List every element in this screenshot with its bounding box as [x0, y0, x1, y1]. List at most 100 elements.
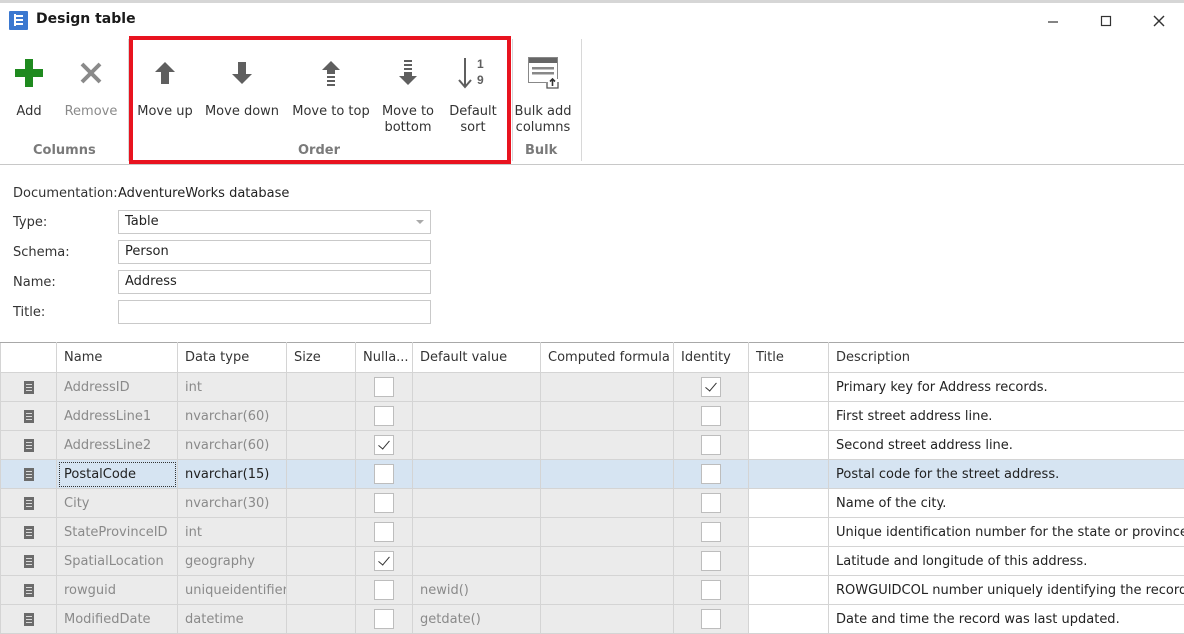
- computed-formula-cell[interactable]: [541, 431, 674, 460]
- data-type-cell[interactable]: nvarchar(15): [178, 460, 287, 489]
- name-cell[interactable]: StateProvinceID: [57, 518, 178, 547]
- name-cell[interactable]: SpatialLocation: [57, 547, 178, 576]
- size-cell[interactable]: [287, 460, 356, 489]
- data-type-cell[interactable]: int: [178, 373, 287, 402]
- column-header-identity[interactable]: Identity: [674, 343, 749, 373]
- size-cell[interactable]: [287, 518, 356, 547]
- bulk-add-columns-button[interactable]: Bulk add columns: [514, 43, 572, 138]
- computed-formula-cell[interactable]: [541, 576, 674, 605]
- description-cell[interactable]: First street address line.: [829, 402, 1184, 431]
- table-row[interactable]: PostalCodenvarchar(15) Postal code for th…: [1, 460, 1184, 489]
- name-cell[interactable]: City: [57, 489, 178, 518]
- size-cell[interactable]: [287, 489, 356, 518]
- title-cell[interactable]: [749, 576, 829, 605]
- size-cell[interactable]: [287, 431, 356, 460]
- column-header-name[interactable]: Name: [57, 343, 178, 373]
- row-handle-cell[interactable]: [1, 547, 57, 576]
- identity-checkbox[interactable]: [701, 435, 721, 455]
- description-cell[interactable]: Unique identification number for the sta…: [829, 518, 1184, 547]
- column-header-size[interactable]: Size: [287, 343, 356, 373]
- title-cell[interactable]: [749, 460, 829, 489]
- computed-formula-cell[interactable]: [541, 547, 674, 576]
- table-row[interactable]: Citynvarchar(30)Name of the city.: [1, 489, 1184, 518]
- default-value-cell[interactable]: [413, 547, 541, 576]
- identity-checkbox[interactable]: [701, 377, 721, 397]
- nullable-checkbox[interactable]: [374, 435, 394, 455]
- title-cell[interactable]: [749, 547, 829, 576]
- name-cell[interactable]: PostalCode: [57, 460, 178, 489]
- computed-formula-cell[interactable]: [541, 605, 674, 634]
- size-cell[interactable]: [287, 402, 356, 431]
- row-handle-cell[interactable]: [1, 373, 57, 402]
- computed-formula-cell[interactable]: [541, 518, 674, 547]
- column-header-description[interactable]: Description: [829, 343, 1184, 373]
- title-cell[interactable]: [749, 373, 829, 402]
- description-cell[interactable]: Latitude and longitude of this address.: [829, 547, 1184, 576]
- identity-checkbox[interactable]: [701, 464, 721, 484]
- row-handle-cell[interactable]: [1, 489, 57, 518]
- remove-column-button[interactable]: Remove: [62, 43, 120, 138]
- maximize-button[interactable]: [1083, 7, 1129, 35]
- title-cell[interactable]: [749, 605, 829, 634]
- nullable-checkbox[interactable]: [374, 464, 394, 484]
- row-handle-cell[interactable]: [1, 402, 57, 431]
- table-row[interactable]: ModifiedDatedatetimegetdate()Date and ti…: [1, 605, 1184, 634]
- row-handle-cell[interactable]: [1, 518, 57, 547]
- default-value-cell[interactable]: [413, 373, 541, 402]
- identity-checkbox[interactable]: [701, 551, 721, 571]
- size-cell[interactable]: [287, 576, 356, 605]
- name-cell[interactable]: ModifiedDate: [57, 605, 178, 634]
- move-to-bottom-button[interactable]: Move to bottom: [378, 43, 438, 138]
- data-type-cell[interactable]: nvarchar(60): [178, 402, 287, 431]
- nullable-checkbox[interactable]: [374, 551, 394, 571]
- title-cell[interactable]: [749, 431, 829, 460]
- add-column-button[interactable]: Add: [10, 43, 48, 138]
- computed-formula-cell[interactable]: [541, 460, 674, 489]
- nullable-checkbox[interactable]: [374, 377, 394, 397]
- data-type-cell[interactable]: nvarchar(60): [178, 431, 287, 460]
- nullable-checkbox[interactable]: [374, 580, 394, 600]
- description-cell[interactable]: Postal code for the street address.: [829, 460, 1184, 489]
- row-handle-cell[interactable]: [1, 460, 57, 489]
- default-value-cell[interactable]: [413, 431, 541, 460]
- nullable-checkbox[interactable]: [374, 493, 394, 513]
- title-cell[interactable]: [749, 489, 829, 518]
- column-header-computed-formula[interactable]: Computed formula: [541, 343, 674, 373]
- move-up-button[interactable]: Move up: [136, 43, 194, 138]
- identity-checkbox[interactable]: [701, 609, 721, 629]
- data-type-cell[interactable]: geography: [178, 547, 287, 576]
- identity-checkbox[interactable]: [701, 493, 721, 513]
- default-sort-button[interactable]: 19 Default sort: [446, 43, 500, 138]
- default-value-cell[interactable]: [413, 489, 541, 518]
- size-cell[interactable]: [287, 605, 356, 634]
- row-handle-cell[interactable]: [1, 605, 57, 634]
- row-handle-cell[interactable]: [1, 576, 57, 605]
- column-header-title[interactable]: Title: [749, 343, 829, 373]
- table-row[interactable]: AddressIDintPrimary key for Address reco…: [1, 373, 1184, 402]
- table-row[interactable]: rowguiduniqueidentifiernewid()ROWGUIDCOL…: [1, 576, 1184, 605]
- column-header-nullable[interactable]: Nulla...: [356, 343, 413, 373]
- default-value-cell[interactable]: [413, 518, 541, 547]
- size-cell[interactable]: [287, 547, 356, 576]
- move-down-button[interactable]: Move down: [204, 43, 280, 138]
- default-value-cell[interactable]: [413, 402, 541, 431]
- description-cell[interactable]: Primary key for Address records.: [829, 373, 1184, 402]
- type-select[interactable]: Table: [118, 210, 431, 234]
- column-header-default-value[interactable]: Default value: [413, 343, 541, 373]
- data-type-cell[interactable]: int: [178, 518, 287, 547]
- data-type-cell[interactable]: uniqueidentifier: [178, 576, 287, 605]
- default-value-cell[interactable]: [413, 460, 541, 489]
- row-handle-cell[interactable]: [1, 431, 57, 460]
- data-type-cell[interactable]: datetime: [178, 605, 287, 634]
- nullable-checkbox[interactable]: [374, 522, 394, 542]
- column-header-data-type[interactable]: Data type: [178, 343, 287, 373]
- close-button[interactable]: [1136, 7, 1182, 35]
- title-cell[interactable]: [749, 402, 829, 431]
- nullable-checkbox[interactable]: [374, 609, 394, 629]
- name-cell[interactable]: AddressLine1: [57, 402, 178, 431]
- title-input[interactable]: [118, 300, 431, 324]
- minimize-button[interactable]: [1030, 7, 1076, 35]
- documentation-link[interactable]: AdventureWorks database: [118, 186, 289, 201]
- table-row[interactable]: AddressLine2nvarchar(60)Second street ad…: [1, 431, 1184, 460]
- description-cell[interactable]: ROWGUIDCOL number uniquely identifying t…: [829, 576, 1184, 605]
